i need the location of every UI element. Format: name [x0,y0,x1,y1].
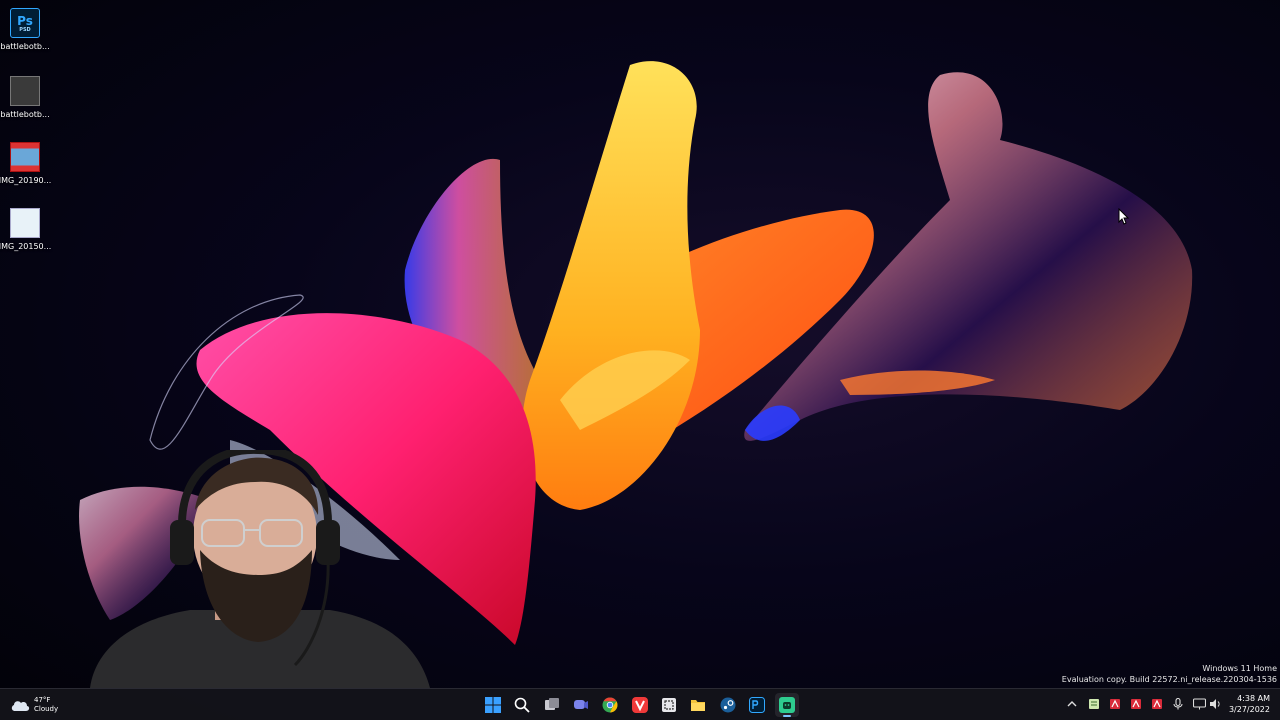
tray-app-1[interactable] [1086,695,1102,713]
snipping-tool-button[interactable] [657,693,681,717]
vivaldi-icon [632,697,648,713]
tray-app-3[interactable] [1128,695,1144,713]
mouse-cursor-icon [1118,208,1130,225]
snipping-tool-icon [662,698,676,712]
notepad-tray-icon [1089,699,1099,709]
search-icon [514,697,530,713]
desktop-icon-battlebot-doc[interactable]: battlebotb... [0,70,50,132]
desktop-icon-label: IMG_20150... [0,242,52,251]
chat-icon [574,700,588,709]
network-button[interactable] [1191,695,1207,713]
photoshop-icon [749,697,765,713]
weather-description: Cloudy [34,705,59,713]
windows-start-icon [485,697,501,713]
vivaldi-button[interactable] [628,693,652,717]
microphone-button[interactable] [1170,695,1186,713]
weather-widget[interactable]: 47°F Cloudy [10,694,58,716]
evaluation-watermark: Windows 11 Home Evaluation copy. Build 2… [1062,663,1277,685]
clock-date: 3/27/2022 [1228,705,1270,714]
desktop-icon-battlebot-psd[interactable]: Ps PSD battlebotb... [0,2,50,64]
image-file-icon [10,208,40,238]
taskbar: 47°F Cloudy 4:38 AM 3/27/2022 [0,688,1280,720]
speaker-icon [1210,699,1220,709]
cloud-icon [11,701,30,711]
chat-button[interactable] [569,693,593,717]
network-monitor-icon [1192,698,1206,710]
start-button[interactable] [481,693,505,717]
weather-temperature: 47°F [34,696,51,704]
volume-button[interactable] [1207,695,1223,713]
chevron-up-icon [1067,701,1077,707]
watermark-edition: Windows 11 Home [1202,664,1277,673]
chrome-icon [602,697,618,713]
tray-app-4[interactable] [1149,695,1165,713]
task-view-icon [545,698,559,710]
image-file-icon [10,142,40,172]
task-view-button[interactable] [540,693,564,717]
red-app-tray-icon [1110,699,1120,709]
desktop-icon-label: battlebotb... [0,110,50,119]
file-explorer-button[interactable] [686,693,710,717]
android-app-button[interactable] [775,693,799,717]
webcam-overlay [90,450,430,688]
android-app-icon [779,697,795,713]
photoshop-button[interactable] [745,693,769,717]
desktop-icon-img-2019[interactable]: IMG_20190... [0,136,52,198]
watermark-build: Evaluation copy. Build 22572.ni_release.… [1061,675,1277,684]
file-explorer-icon [691,700,705,711]
red-app-tray-icon [1152,699,1162,709]
tray-app-2[interactable] [1107,695,1123,713]
steam-button[interactable] [716,693,740,717]
microphone-icon [1173,698,1183,710]
search-button[interactable] [510,693,534,717]
steam-icon [720,697,736,713]
photoshop-file-icon: Ps PSD [10,8,40,38]
desktop-icon-label: IMG_20190... [0,176,52,185]
desktop-icon-img-2015[interactable]: IMG_20150... [0,202,52,264]
desktop[interactable]: Ps PSD battlebotb... battlebotb... IMG_20… [0,0,1280,720]
red-app-tray-icon [1131,699,1141,709]
desktop-icon-label: battlebotb... [0,42,50,51]
clock[interactable]: 4:38 AM 3/27/2022 [1229,693,1270,715]
chrome-button[interactable] [598,693,622,717]
document-thumbnail-icon [10,76,40,106]
show-hidden-icons-button[interactable] [1064,695,1080,713]
clock-time: 4:38 AM [1237,694,1270,703]
